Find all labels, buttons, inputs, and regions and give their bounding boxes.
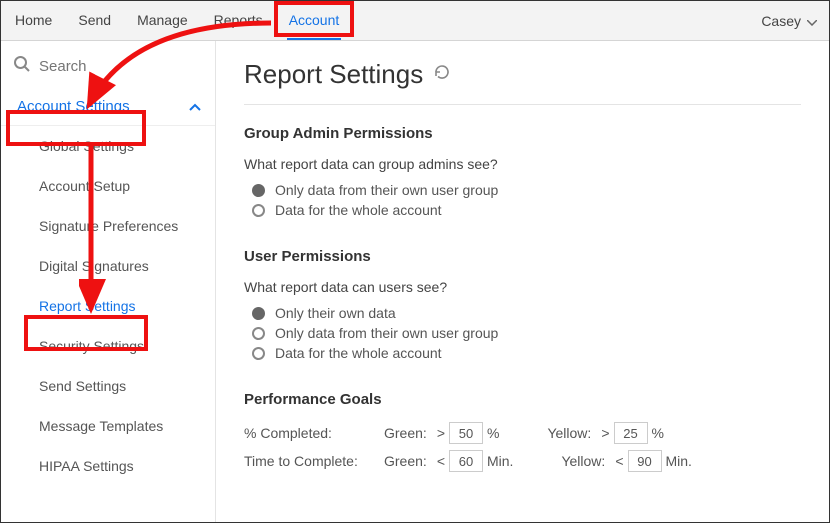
search-input[interactable] xyxy=(39,58,159,75)
gt-icon: > xyxy=(601,425,609,441)
radio-icon xyxy=(252,307,265,320)
lt-icon: < xyxy=(437,453,445,469)
radio-label: Only data from their own user group xyxy=(275,182,498,198)
pct-unit: % xyxy=(652,425,664,441)
app-window: Home Send Manage Reports Account Casey A… xyxy=(0,0,830,523)
sidebar-item-signature-preferences[interactable]: Signature Preferences xyxy=(1,206,215,246)
sidebar-item-hipaa-settings[interactable]: HIPAA Settings xyxy=(1,446,215,486)
radio-label: Data for the whole account xyxy=(275,202,442,218)
min-unit: Min. xyxy=(666,453,692,469)
sidebar: Account Settings Global Settings Account… xyxy=(1,41,216,522)
perf-pct-green-input[interactable] xyxy=(449,422,483,444)
tab-send[interactable]: Send xyxy=(76,2,113,40)
group-admin-question: What report data can group admins see? xyxy=(244,156,801,172)
top-nav: Home Send Manage Reports Account Casey xyxy=(1,1,829,41)
sidebar-items[interactable]: Global Settings Account Setup Signature … xyxy=(1,126,215,522)
sidebar-item-report-settings[interactable]: Report Settings xyxy=(1,286,215,326)
refresh-icon[interactable] xyxy=(433,63,451,86)
gt-icon: > xyxy=(437,425,445,441)
perf-time-label: Time to Complete: xyxy=(244,453,374,469)
sidebar-item-security-settings[interactable]: Security Settings xyxy=(1,326,215,366)
divider xyxy=(244,104,801,105)
sidebar-item-account-setup[interactable]: Account Setup xyxy=(1,166,215,206)
perf-green-label: Green: xyxy=(384,453,427,469)
tab-manage[interactable]: Manage xyxy=(135,2,190,40)
perf-time-yellow-input[interactable] xyxy=(628,450,662,472)
group-opt-0[interactable]: Only data from their own user group xyxy=(252,182,801,198)
radio-icon xyxy=(252,184,265,197)
perf-yellow-label: Yellow: xyxy=(561,453,605,469)
pct-unit: % xyxy=(487,425,499,441)
page-title: Report Settings xyxy=(244,59,801,90)
tab-account[interactable]: Account xyxy=(287,2,342,40)
sidebar-item-global-settings[interactable]: Global Settings xyxy=(1,126,215,166)
user-perm-header: User Permissions xyxy=(244,248,801,265)
sidebar-item-digital-signatures[interactable]: Digital Signatures xyxy=(1,246,215,286)
group-opt-1[interactable]: Data for the whole account xyxy=(252,202,801,218)
chevron-down-icon xyxy=(807,13,817,29)
perf-row-completed: % Completed: Green: > % Yellow: > % xyxy=(244,422,801,444)
radio-icon xyxy=(252,204,265,217)
group-admin-header: Group Admin Permissions xyxy=(244,125,801,142)
user-opt-2[interactable]: Data for the whole account xyxy=(252,345,801,361)
perf-pct-label: % Completed: xyxy=(244,425,374,441)
radio-label: Only their own data xyxy=(275,305,396,321)
user-name: Casey xyxy=(761,13,801,29)
sidebar-section-account-settings[interactable]: Account Settings xyxy=(1,88,215,126)
user-menu[interactable]: Casey xyxy=(761,13,817,29)
perf-pct-yellow-input[interactable] xyxy=(614,422,648,444)
lt-icon: < xyxy=(615,453,623,469)
user-opt-1[interactable]: Only data from their own user group xyxy=(252,325,801,341)
perf-yellow-label: Yellow: xyxy=(547,425,591,441)
search-icon xyxy=(13,55,31,78)
user-perm-question: What report data can users see? xyxy=(244,279,801,295)
chevron-up-icon xyxy=(189,98,201,115)
sidebar-item-send-settings[interactable]: Send Settings xyxy=(1,366,215,406)
page-title-text: Report Settings xyxy=(244,59,423,90)
sidebar-section-label: Account Settings xyxy=(17,98,130,115)
main-content[interactable]: Report Settings Group Admin Permissions … xyxy=(216,41,829,522)
tab-reports[interactable]: Reports xyxy=(212,2,265,40)
perf-green-label: Green: xyxy=(384,425,427,441)
min-unit: Min. xyxy=(487,453,513,469)
top-nav-tabs: Home Send Manage Reports Account xyxy=(13,2,341,40)
user-opt-0[interactable]: Only their own data xyxy=(252,305,801,321)
perf-row-time: Time to Complete: Green: < Min. Yellow: … xyxy=(244,450,801,472)
sidebar-search[interactable] xyxy=(1,41,215,88)
radio-label: Data for the whole account xyxy=(275,345,442,361)
tab-home[interactable]: Home xyxy=(13,2,54,40)
radio-icon xyxy=(252,347,265,360)
radio-icon xyxy=(252,327,265,340)
perf-goals-header: Performance Goals xyxy=(244,391,801,408)
radio-label: Only data from their own user group xyxy=(275,325,498,341)
sidebar-item-message-templates[interactable]: Message Templates xyxy=(1,406,215,446)
perf-time-green-input[interactable] xyxy=(449,450,483,472)
